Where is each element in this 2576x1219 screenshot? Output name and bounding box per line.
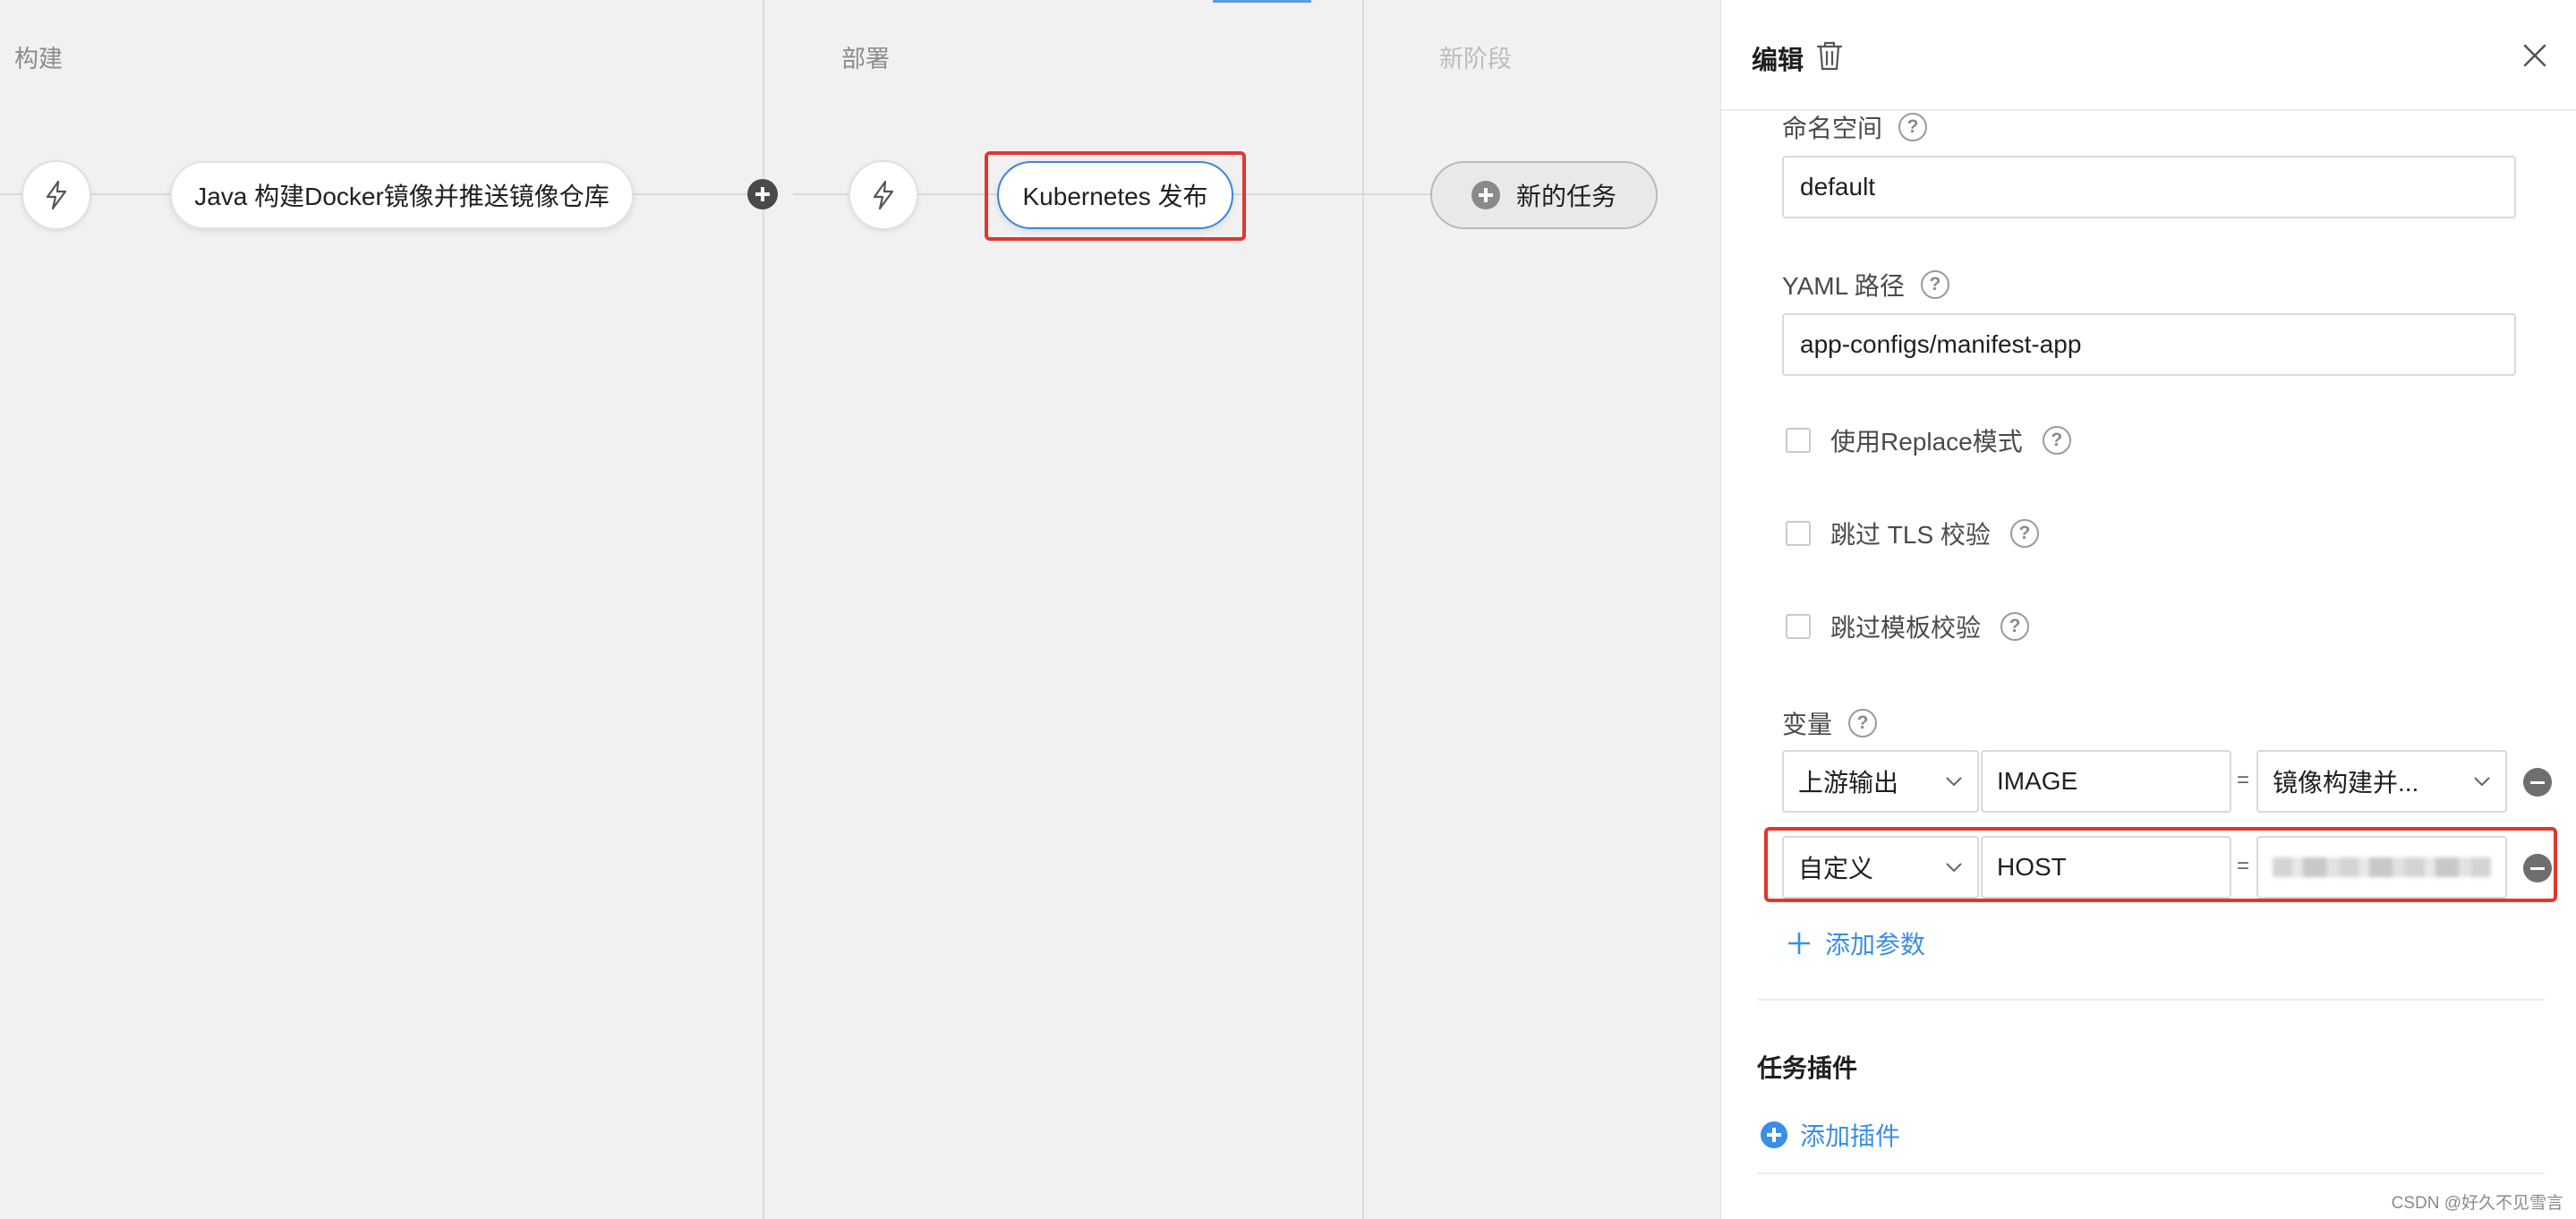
edit-panel: 编辑 命名空间 ? default YAML 路径 ? app-configs/… xyxy=(1720,0,2576,1219)
panel-title: 编辑 xyxy=(1752,47,1804,75)
variable-row: 自定义 HOST = xyxy=(1782,836,2552,899)
build-task-card[interactable]: Java 构建Docker镜像并推送镜像仓库 xyxy=(170,161,634,229)
flow-line xyxy=(90,193,172,195)
variable-type-select[interactable]: 上游输出 xyxy=(1782,750,1979,813)
plus-icon xyxy=(1788,933,1810,954)
equals-sign: = xyxy=(2237,768,2250,792)
trash-icon xyxy=(1816,41,1843,71)
replace-mode-checkbox[interactable] xyxy=(1786,428,1811,453)
pipeline-canvas: 构建 部署 新阶段 Java 构建Docker镜像并推送镜像仓库 Kuberne… xyxy=(0,0,1720,1219)
flow-line xyxy=(632,193,748,195)
new-task-label: 新的任务 xyxy=(1515,183,1616,210)
section-divider xyxy=(1757,999,2545,1001)
chevron-down-icon xyxy=(1946,863,1962,873)
plus-circle-icon xyxy=(1471,181,1500,209)
skip-tls-checkbox-row[interactable]: 跳过 TLS 校验 ? xyxy=(1786,516,2039,551)
replace-mode-checkbox-row[interactable]: 使用Replace模式 ? xyxy=(1786,422,2071,458)
lightning-icon xyxy=(46,180,67,210)
flow-line xyxy=(0,193,23,195)
namespace-label: 命名空间 ? xyxy=(1782,109,1928,145)
stage-title-deploy: 部署 xyxy=(841,46,890,72)
stage-divider xyxy=(1362,0,1364,1219)
close-icon xyxy=(2523,44,2546,67)
flow-line xyxy=(1232,193,1430,195)
help-icon[interactable]: ? xyxy=(2009,519,2039,548)
watermark: CSDN @好久不见雪言 xyxy=(2391,1194,2563,1213)
deploy-task-label: Kubernetes 发布 xyxy=(1022,183,1208,210)
help-icon[interactable]: ? xyxy=(2042,426,2071,455)
skip-template-checkbox-row[interactable]: 跳过模板校验 ? xyxy=(1786,609,2030,644)
variable-value-select[interactable]: 镜像构建并... xyxy=(2256,750,2507,813)
delete-button[interactable] xyxy=(1814,39,1845,76)
section-divider xyxy=(1757,1172,2545,1174)
add-parameter-link[interactable]: 添加参数 xyxy=(1786,925,1925,961)
flow-line xyxy=(793,193,849,195)
help-icon[interactable]: ? xyxy=(2000,612,2030,641)
variable-row: 上游输出 IMAGE = 镜像构建并... xyxy=(1782,750,2552,813)
variable-type-select[interactable]: 自定义 xyxy=(1782,836,1979,899)
variables-label: 变量 ? xyxy=(1782,705,1878,741)
namespace-input[interactable]: default xyxy=(1782,156,2516,218)
task-plugins-title: 任务插件 xyxy=(1757,1054,1858,1082)
add-plugin-link[interactable]: 添加插件 xyxy=(1761,1117,1900,1153)
remove-variable-button[interactable] xyxy=(2523,854,2552,882)
lightning-icon xyxy=(873,180,894,210)
chevron-down-icon xyxy=(2474,777,2490,787)
variable-value-input[interactable] xyxy=(2256,836,2507,899)
stage-title-new: 新阶段 xyxy=(1439,46,1512,72)
chevron-down-icon xyxy=(1946,777,1962,787)
equals-sign: = xyxy=(2237,854,2250,878)
remove-variable-button[interactable] xyxy=(2523,768,2552,797)
plus-circle-icon xyxy=(1761,1121,1787,1148)
deploy-trigger-button[interactable] xyxy=(849,160,918,230)
help-icon[interactable]: ? xyxy=(1848,709,1878,737)
build-trigger-button[interactable] xyxy=(21,160,91,230)
skip-template-checkbox[interactable] xyxy=(1786,614,1811,639)
yaml-path-label: YAML 路径 ? xyxy=(1782,267,1949,303)
help-icon[interactable]: ? xyxy=(1898,113,1928,141)
stage-title-build: 构建 xyxy=(14,46,63,72)
minus-icon xyxy=(2530,866,2545,870)
variable-name-input[interactable]: IMAGE xyxy=(1981,750,2231,813)
new-task-button[interactable]: 新的任务 xyxy=(1430,161,1658,229)
help-icon[interactable]: ? xyxy=(1920,270,1949,299)
redacted-value xyxy=(2273,857,2491,877)
close-button[interactable] xyxy=(2520,40,2550,75)
build-task-label: Java 构建Docker镜像并推送镜像仓库 xyxy=(194,183,610,210)
deploy-task-card[interactable]: Kubernetes 发布 xyxy=(997,161,1233,229)
skip-tls-checkbox[interactable] xyxy=(1786,521,1811,546)
panel-header: 编辑 xyxy=(1721,0,2576,111)
variable-name-input[interactable]: HOST xyxy=(1981,836,2231,899)
top-accent-bar xyxy=(1213,0,1311,3)
yaml-path-input[interactable]: app-configs/manifest-app xyxy=(1782,313,2516,376)
add-stage-button[interactable] xyxy=(747,179,778,209)
minus-icon xyxy=(2530,780,2545,784)
